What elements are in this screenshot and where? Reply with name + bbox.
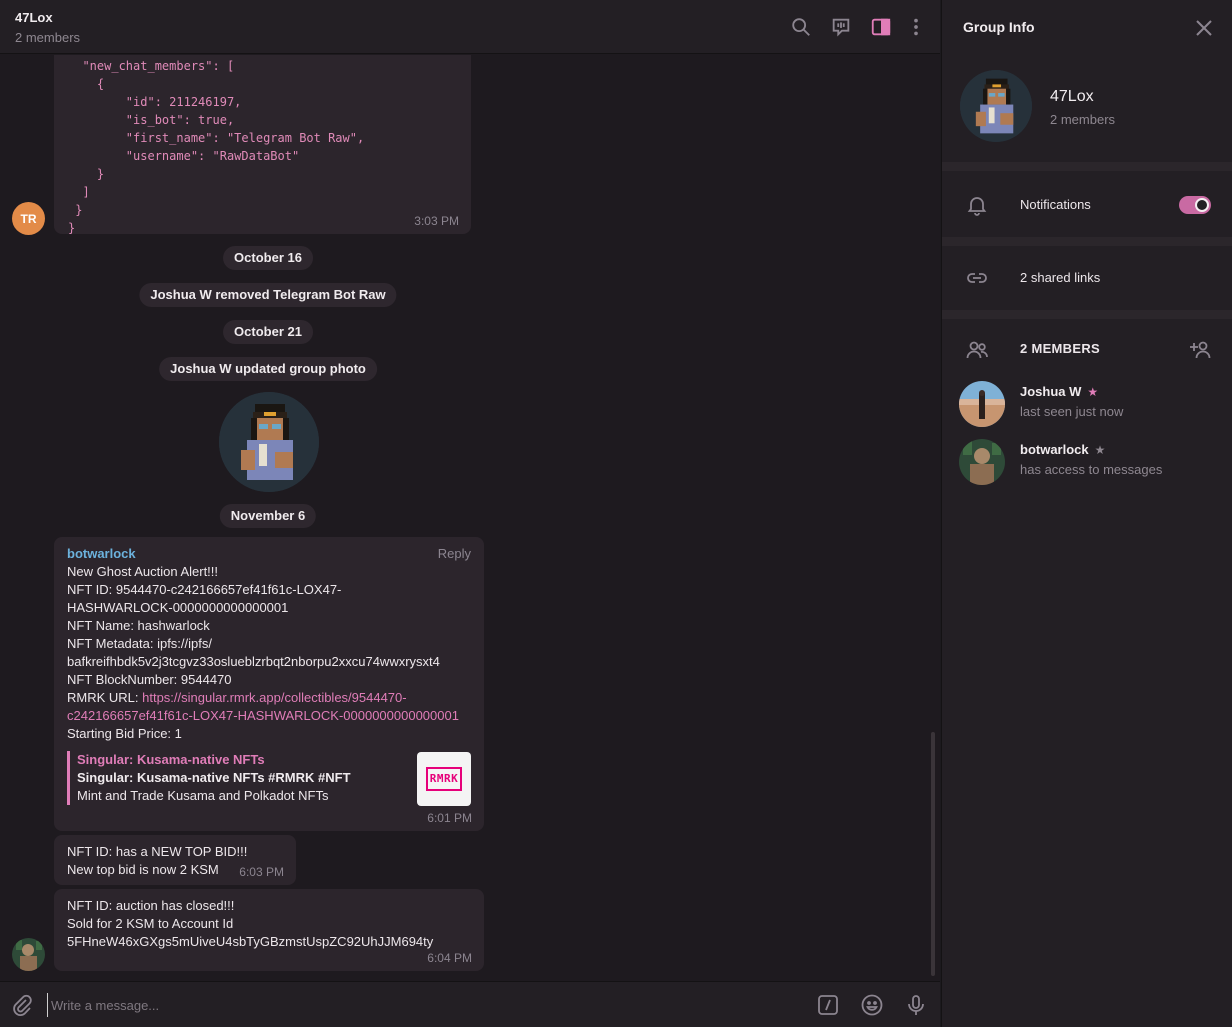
message-time: 6:01 PM bbox=[427, 811, 472, 825]
raw-data-message[interactable]: "new_chat_members": [ { "id": 211246197,… bbox=[54, 55, 471, 235]
code-block: "new_chat_members": [ { "id": 211246197,… bbox=[68, 59, 365, 235]
message-line: HASHWARLOCK-0000000000000001 bbox=[67, 600, 289, 615]
divider bbox=[942, 162, 1232, 171]
preview-site-name: Singular: Kusama-native NFTs bbox=[77, 752, 265, 767]
info-header: Group Info bbox=[942, 0, 1232, 54]
divider bbox=[942, 237, 1232, 246]
preview-description: Mint and Trade Kusama and Polkadot NFTs bbox=[77, 788, 329, 803]
message-line: New Ghost Auction Alert!!! bbox=[67, 564, 219, 579]
message-time: 6:04 PM bbox=[427, 951, 472, 965]
microphone-icon[interactable] bbox=[904, 993, 928, 1017]
service-message[interactable]: Joshua W removed Telegram Bot Raw bbox=[139, 283, 397, 307]
member-name: Joshua W bbox=[1020, 384, 1082, 399]
preview-thumbnail[interactable]: RMRK bbox=[417, 752, 471, 806]
auction-alert-message[interactable]: Reply botwarlock New Ghost Auction Alert… bbox=[54, 537, 484, 831]
close-icon[interactable] bbox=[1193, 17, 1215, 39]
commands-icon[interactable] bbox=[816, 993, 840, 1017]
emoji-icon[interactable] bbox=[860, 993, 884, 1017]
shared-links-label: 2 shared links bbox=[1020, 270, 1101, 285]
message-line: Starting Bid Price: 1 bbox=[67, 726, 182, 741]
message-list[interactable]: "new_chat_members": [ { "id": 211246197,… bbox=[0, 55, 940, 981]
rmrk-link[interactable]: https://singular.rmrk.app/collectibles/9… bbox=[142, 690, 406, 705]
avatar[interactable] bbox=[959, 439, 1005, 485]
sidebar-toggle-icon[interactable] bbox=[870, 16, 892, 38]
auction-closed-message[interactable]: NFT ID: auction has closed!!! Sold for 2… bbox=[54, 889, 484, 971]
message-time: 3:03 PM bbox=[414, 214, 459, 228]
group-member-count: 2 members bbox=[1050, 112, 1116, 127]
add-member-icon[interactable] bbox=[1189, 338, 1213, 362]
message-line: NFT ID: auction has closed!!! bbox=[67, 898, 235, 913]
group-avatar[interactable] bbox=[960, 70, 1032, 142]
message-line: 5FHneW46xGXgs5mUiveU4sbTyGBzmstUspZC92Uh… bbox=[67, 934, 434, 949]
shared-links-row[interactable]: 2 shared links bbox=[942, 246, 1232, 310]
sender-name[interactable]: botwarlock bbox=[67, 545, 472, 563]
member-name-row: Joshua W ★ bbox=[1020, 384, 1098, 399]
date-separator: October 21 bbox=[223, 320, 313, 344]
message-line: NFT ID: 9544470-c242166657ef41f61c-LOX47… bbox=[67, 582, 342, 597]
rmrk-link[interactable]: c242166657ef41f61c-LOX47-HASHWARLOCK-000… bbox=[67, 707, 472, 725]
top-bid-message[interactable]: NFT ID: has a NEW TOP BID!!! New top bid… bbox=[54, 835, 296, 885]
link-preview[interactable]: Singular: Kusama-native NFTs Singular: K… bbox=[67, 751, 471, 806]
avatar[interactable]: TR bbox=[12, 202, 45, 235]
message-line: NFT Metadata: ipfs://ipfs/ bbox=[67, 636, 212, 651]
more-icon[interactable] bbox=[905, 16, 927, 38]
divider bbox=[942, 310, 1232, 319]
member-status: last seen just now bbox=[1020, 404, 1124, 419]
avatar[interactable] bbox=[959, 381, 1005, 427]
video-chat-icon[interactable] bbox=[830, 16, 852, 38]
scrollbar[interactable] bbox=[931, 732, 935, 976]
member-row[interactable]: botwarlock ★ has access to messages bbox=[942, 439, 1232, 491]
group-photo[interactable] bbox=[219, 392, 319, 492]
message-line: NFT ID: has a NEW TOP BID!!! bbox=[67, 844, 248, 859]
notifications-row[interactable]: Notifications bbox=[942, 171, 1232, 237]
rmrk-url-line: RMRK URL: https://singular.rmrk.app/coll… bbox=[67, 689, 472, 707]
message-line: NFT BlockNumber: 9544470 bbox=[67, 672, 232, 687]
member-status: has access to messages bbox=[1020, 462, 1163, 477]
message-time: 6:03 PM bbox=[239, 865, 284, 879]
chat-title[interactable]: 47Lox bbox=[15, 10, 53, 25]
group-name: 47Lox bbox=[1050, 88, 1094, 105]
service-message[interactable]: Joshua W updated group photo bbox=[159, 357, 377, 381]
chat-pane: 47Lox 2 members "new_chat_members": [ { … bbox=[0, 0, 940, 1027]
chat-member-count: 2 members bbox=[15, 30, 81, 45]
member-name-row: botwarlock ★ bbox=[1020, 442, 1105, 457]
star-icon: ★ bbox=[1094, 443, 1106, 457]
message-line: NFT Name: hashwarlock bbox=[67, 618, 210, 633]
attach-icon[interactable] bbox=[10, 993, 34, 1017]
search-icon[interactable] bbox=[790, 16, 812, 38]
group-profile: 47Lox 2 members bbox=[942, 54, 1232, 162]
panel-title: Group Info bbox=[963, 19, 1035, 35]
message-input[interactable] bbox=[47, 993, 787, 1017]
member-name: botwarlock bbox=[1020, 442, 1089, 457]
members-header: 2 MEMBERS bbox=[1020, 341, 1100, 356]
notifications-label: Notifications bbox=[1020, 197, 1091, 212]
date-separator: October 16 bbox=[223, 246, 313, 270]
preview-title: Singular: Kusama-native NFTs #RMRK #NFT bbox=[77, 770, 351, 785]
date-separator: November 6 bbox=[219, 504, 317, 528]
bell-icon bbox=[965, 193, 989, 217]
avatar[interactable] bbox=[12, 938, 45, 971]
chat-header[interactable]: 47Lox 2 members bbox=[0, 0, 940, 54]
message-line: Sold for 2 KSM to Account Id bbox=[67, 916, 234, 931]
message-composer bbox=[0, 981, 940, 1027]
member-row[interactable]: Joshua W ★ last seen just now bbox=[942, 381, 1232, 433]
members-icon bbox=[965, 338, 989, 362]
message-line: bafkreifhbdk5v2j3tcgvz33oslueblzrbqt2nbo… bbox=[67, 654, 440, 669]
notifications-toggle[interactable] bbox=[1179, 196, 1211, 214]
group-info-panel: Group Info 47Lox 2 members Notifications… bbox=[941, 0, 1232, 1027]
star-icon: ★ bbox=[1087, 385, 1099, 399]
rmrk-logo: RMRK bbox=[425, 767, 463, 791]
rmrk-url-label: RMRK URL: bbox=[67, 690, 143, 705]
link-icon bbox=[965, 266, 989, 290]
